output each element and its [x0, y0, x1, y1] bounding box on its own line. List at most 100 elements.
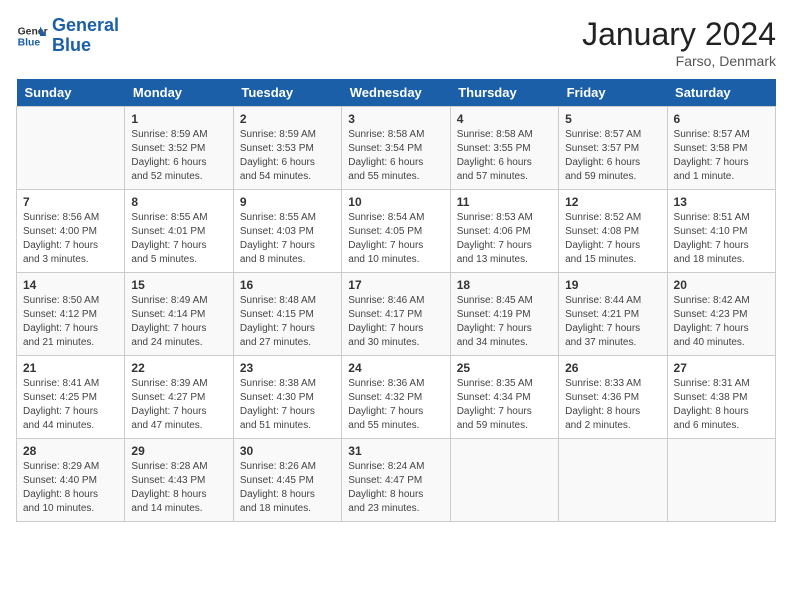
day-info: Sunrise: 8:58 AMSunset: 3:54 PMDaylight:… [348, 128, 443, 184]
day-info: Sunrise: 8:36 AMSunset: 4:32 PMDaylight:… [348, 377, 443, 433]
calendar-cell: 6 Sunrise: 8:57 AMSunset: 3:58 PMDaylight… [667, 107, 775, 190]
logo: General Blue General Blue [16, 16, 119, 56]
day-number: 26 [565, 361, 660, 375]
calendar-cell: 9Sunrise: 8:55 AMSunset: 4:03 PMDaylight… [233, 190, 341, 273]
week-row-1: 1 Sunrise: 8:59 AMSunset: 3:52 PMDaylight… [17, 107, 776, 190]
day-number: 24 [348, 361, 443, 375]
calendar-cell [667, 439, 775, 522]
calendar-cell: 30Sunrise: 8:26 AMSunset: 4:45 PMDayligh… [233, 439, 341, 522]
day-number: 9 [240, 195, 335, 209]
day-info: Sunrise: 8:49 AMSunset: 4:14 PMDaylight:… [131, 294, 226, 350]
day-info: Sunrise: 8:41 AMSunset: 4:25 PMDaylight:… [23, 377, 118, 433]
calendar-cell: 7Sunrise: 8:56 AMSunset: 4:00 PMDaylight… [17, 190, 125, 273]
calendar-cell: 8 Sunrise: 8:55 AMSunset: 4:01 PMDaylight… [125, 190, 233, 273]
day-info: Sunrise: 8:55 AMSunset: 4:01 PMDaylight:… [131, 211, 226, 267]
calendar-cell: 18Sunrise: 8:45 AMSunset: 4:19 PMDayligh… [450, 273, 558, 356]
calendar-cell: 10 Sunrise: 8:54 AMSunset: 4:05 PMDayligh… [342, 190, 450, 273]
day-number: 5 [565, 112, 660, 126]
calendar-cell: 3 Sunrise: 8:58 AMSunset: 3:54 PMDaylight… [342, 107, 450, 190]
day-number: 11 [457, 195, 552, 209]
day-number: 28 [23, 444, 118, 458]
day-info: Sunrise: 8:59 AMSunset: 3:53 PMDaylight:… [240, 128, 335, 184]
calendar-cell: 16 Sunrise: 8:48 AMSunset: 4:15 PMDayligh… [233, 273, 341, 356]
weekday-header-row: SundayMondayTuesdayWednesdayThursdayFrid… [17, 79, 776, 107]
day-number: 1 [131, 112, 226, 126]
week-row-3: 14 Sunrise: 8:50 AMSunset: 4:12 PMDayligh… [17, 273, 776, 356]
calendar-cell: 28Sunrise: 8:29 AMSunset: 4:40 PMDayligh… [17, 439, 125, 522]
day-number: 13 [674, 195, 769, 209]
day-info: Sunrise: 8:33 AMSunset: 4:36 PMDaylight:… [565, 377, 660, 433]
day-info: Sunrise: 8:57 AMSunset: 3:58 PMDaylight:… [674, 128, 769, 184]
calendar-cell [559, 439, 667, 522]
day-number: 20 [674, 278, 769, 292]
day-info: Sunrise: 8:39 AMSunset: 4:27 PMDaylight:… [131, 377, 226, 433]
calendar-cell: 13 Sunrise: 8:51 AMSunset: 4:10 PMDayligh… [667, 190, 775, 273]
calendar-cell: 23Sunrise: 8:38 AMSunset: 4:30 PMDayligh… [233, 356, 341, 439]
logo-text: General [52, 16, 119, 36]
calendar-cell [17, 107, 125, 190]
calendar-cell: 1 Sunrise: 8:59 AMSunset: 3:52 PMDaylight… [125, 107, 233, 190]
day-number: 4 [457, 112, 552, 126]
day-info: Sunrise: 8:24 AMSunset: 4:47 PMDaylight:… [348, 460, 443, 516]
week-row-2: 7Sunrise: 8:56 AMSunset: 4:00 PMDaylight… [17, 190, 776, 273]
weekday-header-friday: Friday [559, 79, 667, 107]
calendar-cell: 29Sunrise: 8:28 AMSunset: 4:43 PMDayligh… [125, 439, 233, 522]
calendar-cell [450, 439, 558, 522]
calendar-cell: 11 Sunrise: 8:53 AMSunset: 4:06 PMDayligh… [450, 190, 558, 273]
svg-text:Blue: Blue [18, 37, 41, 48]
day-number: 8 [131, 195, 226, 209]
day-number: 6 [674, 112, 769, 126]
calendar-cell: 21Sunrise: 8:41 AMSunset: 4:25 PMDayligh… [17, 356, 125, 439]
calendar-cell: 25 Sunrise: 8:35 AMSunset: 4:34 PMDayligh… [450, 356, 558, 439]
weekday-header-wednesday: Wednesday [342, 79, 450, 107]
day-info: Sunrise: 8:54 AMSunset: 4:05 PMDaylight:… [348, 211, 443, 267]
day-info: Sunrise: 8:51 AMSunset: 4:10 PMDaylight:… [674, 211, 769, 267]
calendar-cell: 2Sunrise: 8:59 AMSunset: 3:53 PMDaylight… [233, 107, 341, 190]
month-title: January 2024 [582, 16, 776, 53]
day-info: Sunrise: 8:50 AMSunset: 4:12 PMDaylight:… [23, 294, 118, 350]
calendar-cell: 22Sunrise: 8:39 AMSunset: 4:27 PMDayligh… [125, 356, 233, 439]
day-number: 14 [23, 278, 118, 292]
weekday-header-tuesday: Tuesday [233, 79, 341, 107]
day-info: Sunrise: 8:58 AMSunset: 3:55 PMDaylight:… [457, 128, 552, 184]
calendar-cell: 26 Sunrise: 8:33 AMSunset: 4:36 PMDayligh… [559, 356, 667, 439]
page-header: General Blue General Blue January 2024 F… [16, 16, 776, 69]
day-info: Sunrise: 8:46 AMSunset: 4:17 PMDaylight:… [348, 294, 443, 350]
calendar-cell: 27Sunrise: 8:31 AMSunset: 4:38 PMDayligh… [667, 356, 775, 439]
calendar-cell: 14 Sunrise: 8:50 AMSunset: 4:12 PMDayligh… [17, 273, 125, 356]
weekday-header-sunday: Sunday [17, 79, 125, 107]
calendar-cell: 20 Sunrise: 8:42 AMSunset: 4:23 PMDayligh… [667, 273, 775, 356]
calendar-cell: 31Sunrise: 8:24 AMSunset: 4:47 PMDayligh… [342, 439, 450, 522]
weekday-header-thursday: Thursday [450, 79, 558, 107]
day-info: Sunrise: 8:45 AMSunset: 4:19 PMDaylight:… [457, 294, 552, 350]
day-info: Sunrise: 8:59 AMSunset: 3:52 PMDaylight:… [131, 128, 226, 184]
day-info: Sunrise: 8:57 AMSunset: 3:57 PMDaylight:… [565, 128, 660, 184]
day-number: 19 [565, 278, 660, 292]
calendar-table: SundayMondayTuesdayWednesdayThursdayFrid… [16, 79, 776, 522]
title-block: January 2024 Farso, Denmark [582, 16, 776, 69]
week-row-4: 21Sunrise: 8:41 AMSunset: 4:25 PMDayligh… [17, 356, 776, 439]
week-row-5: 28Sunrise: 8:29 AMSunset: 4:40 PMDayligh… [17, 439, 776, 522]
day-number: 15 [131, 278, 226, 292]
calendar-cell: 19 Sunrise: 8:44 AMSunset: 4:21 PMDayligh… [559, 273, 667, 356]
logo-text-blue: Blue [52, 36, 119, 56]
day-number: 27 [674, 361, 769, 375]
day-info: Sunrise: 8:42 AMSunset: 4:23 PMDaylight:… [674, 294, 769, 350]
day-info: Sunrise: 8:48 AMSunset: 4:15 PMDaylight:… [240, 294, 335, 350]
day-info: Sunrise: 8:35 AMSunset: 4:34 PMDaylight:… [457, 377, 552, 433]
calendar-cell: 17Sunrise: 8:46 AMSunset: 4:17 PMDayligh… [342, 273, 450, 356]
day-info: Sunrise: 8:44 AMSunset: 4:21 PMDaylight:… [565, 294, 660, 350]
day-number: 10 [348, 195, 443, 209]
calendar-cell: 15 Sunrise: 8:49 AMSunset: 4:14 PMDayligh… [125, 273, 233, 356]
day-info: Sunrise: 8:52 AMSunset: 4:08 PMDaylight:… [565, 211, 660, 267]
day-number: 29 [131, 444, 226, 458]
location-subtitle: Farso, Denmark [582, 53, 776, 69]
day-number: 25 [457, 361, 552, 375]
day-number: 7 [23, 195, 118, 209]
calendar-cell: 4 Sunrise: 8:58 AMSunset: 3:55 PMDaylight… [450, 107, 558, 190]
day-number: 3 [348, 112, 443, 126]
day-number: 16 [240, 278, 335, 292]
weekday-header-saturday: Saturday [667, 79, 775, 107]
day-info: Sunrise: 8:53 AMSunset: 4:06 PMDaylight:… [457, 211, 552, 267]
day-number: 12 [565, 195, 660, 209]
